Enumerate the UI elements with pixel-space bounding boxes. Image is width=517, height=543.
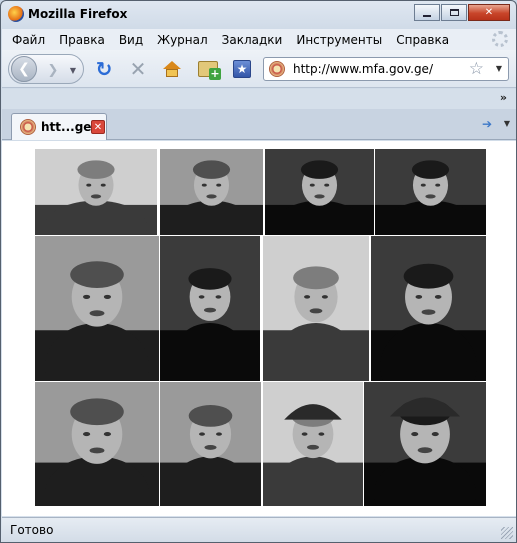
url-dropdown-icon[interactable]: ▼ — [496, 64, 502, 73]
photo-2 — [160, 149, 263, 235]
tab-active[interactable]: htt...ge/ ✕ — [11, 113, 107, 140]
window-title: Mozilla Firefox — [28, 7, 128, 21]
tab-dropdown-icon[interactable]: ▼ — [504, 119, 510, 128]
menu-file[interactable]: Файл — [6, 33, 52, 47]
new-tab-icon: + — [198, 61, 221, 80]
new-tab-button[interactable]: + — [197, 58, 221, 80]
home-icon — [163, 61, 181, 77]
navigation-toolbar: ❮ ❯ ▼ ↻ ✕ + ★ http://www.mfa.gov.ge/ ☆ ▼ — [2, 50, 516, 88]
photo-9 — [35, 382, 159, 506]
reload-icon: ↻ — [95, 57, 113, 81]
forward-button[interactable]: ❯ — [42, 60, 64, 80]
stop-button[interactable]: ✕ — [127, 57, 149, 81]
forward-arrow-icon: ❯ — [47, 62, 59, 78]
photo-4 — [375, 149, 486, 235]
photo-10 — [160, 382, 261, 506]
bookmark-star-icon[interactable]: ☆ — [469, 59, 484, 79]
bookmark-button[interactable]: ★ — [231, 58, 253, 80]
minimize-button[interactable] — [414, 4, 440, 21]
menu-history[interactable]: Журнал — [150, 33, 215, 47]
back-forward-group: ❮ ❯ ▼ — [8, 54, 84, 84]
menu-bookmarks[interactable]: Закладки — [215, 33, 290, 47]
page-content — [2, 141, 516, 516]
bookmark-icon: ★ — [233, 60, 251, 78]
site-favicon-icon — [269, 61, 285, 77]
photo-1 — [35, 149, 157, 235]
bookmarks-overflow-icon[interactable]: » — [500, 91, 507, 104]
tab-label: htt...ge/ — [41, 120, 96, 134]
close-icon: ✕ — [484, 7, 494, 18]
photo-8 — [371, 236, 486, 381]
title-bar[interactable]: Mozilla Firefox ✕ — [1, 1, 516, 28]
photo-11 — [263, 382, 363, 506]
tab-close-button[interactable]: ✕ — [91, 120, 105, 134]
dropdown-arrow-icon: ▼ — [69, 65, 77, 75]
photo-12 — [364, 382, 486, 506]
photo-5 — [35, 236, 159, 381]
menu-help[interactable]: Справка — [389, 33, 456, 47]
menu-edit[interactable]: Правка — [52, 33, 112, 47]
photo-6 — [160, 236, 260, 381]
maximize-button[interactable] — [441, 4, 467, 21]
reload-button[interactable]: ↻ — [93, 57, 115, 81]
menu-view[interactable]: Вид — [112, 33, 150, 47]
history-dropdown-button[interactable]: ▼ — [67, 63, 79, 77]
firefox-logo-icon — [8, 6, 24, 22]
url-text[interactable]: http://www.mfa.gov.ge/ — [293, 62, 433, 76]
photo-7 — [263, 236, 369, 381]
address-bar[interactable]: http://www.mfa.gov.ge/ ☆ ▼ — [263, 57, 509, 81]
tab-favicon-icon — [20, 119, 36, 135]
resize-grip-icon[interactable] — [501, 527, 513, 539]
status-bar: Готово — [2, 517, 516, 542]
minimize-icon — [423, 14, 431, 17]
menu-tools[interactable]: Инструменты — [289, 33, 389, 47]
photo-3 — [265, 149, 374, 235]
tab-strip: htt...ge/ ✕ ➔ ▼ — [2, 109, 516, 140]
stop-icon: ✕ — [129, 57, 147, 81]
menu-bar: Файл Правка Вид Журнал Закладки Инструме… — [2, 29, 516, 50]
home-button[interactable] — [161, 58, 183, 80]
maximize-icon — [449, 9, 459, 16]
close-window-button[interactable]: ✕ — [468, 4, 510, 21]
throbber-icon — [492, 31, 508, 47]
list-all-tabs-icon[interactable]: ➔ — [482, 117, 492, 131]
browser-window: Mozilla Firefox ✕ Файл Правка Вид Журнал… — [0, 0, 517, 543]
bookmarks-toolbar: » — [2, 89, 516, 109]
status-text: Готово — [10, 523, 54, 537]
back-arrow-icon: ❮ — [18, 61, 30, 77]
back-button[interactable]: ❮ — [11, 56, 37, 82]
window-controls: ✕ — [413, 4, 510, 21]
